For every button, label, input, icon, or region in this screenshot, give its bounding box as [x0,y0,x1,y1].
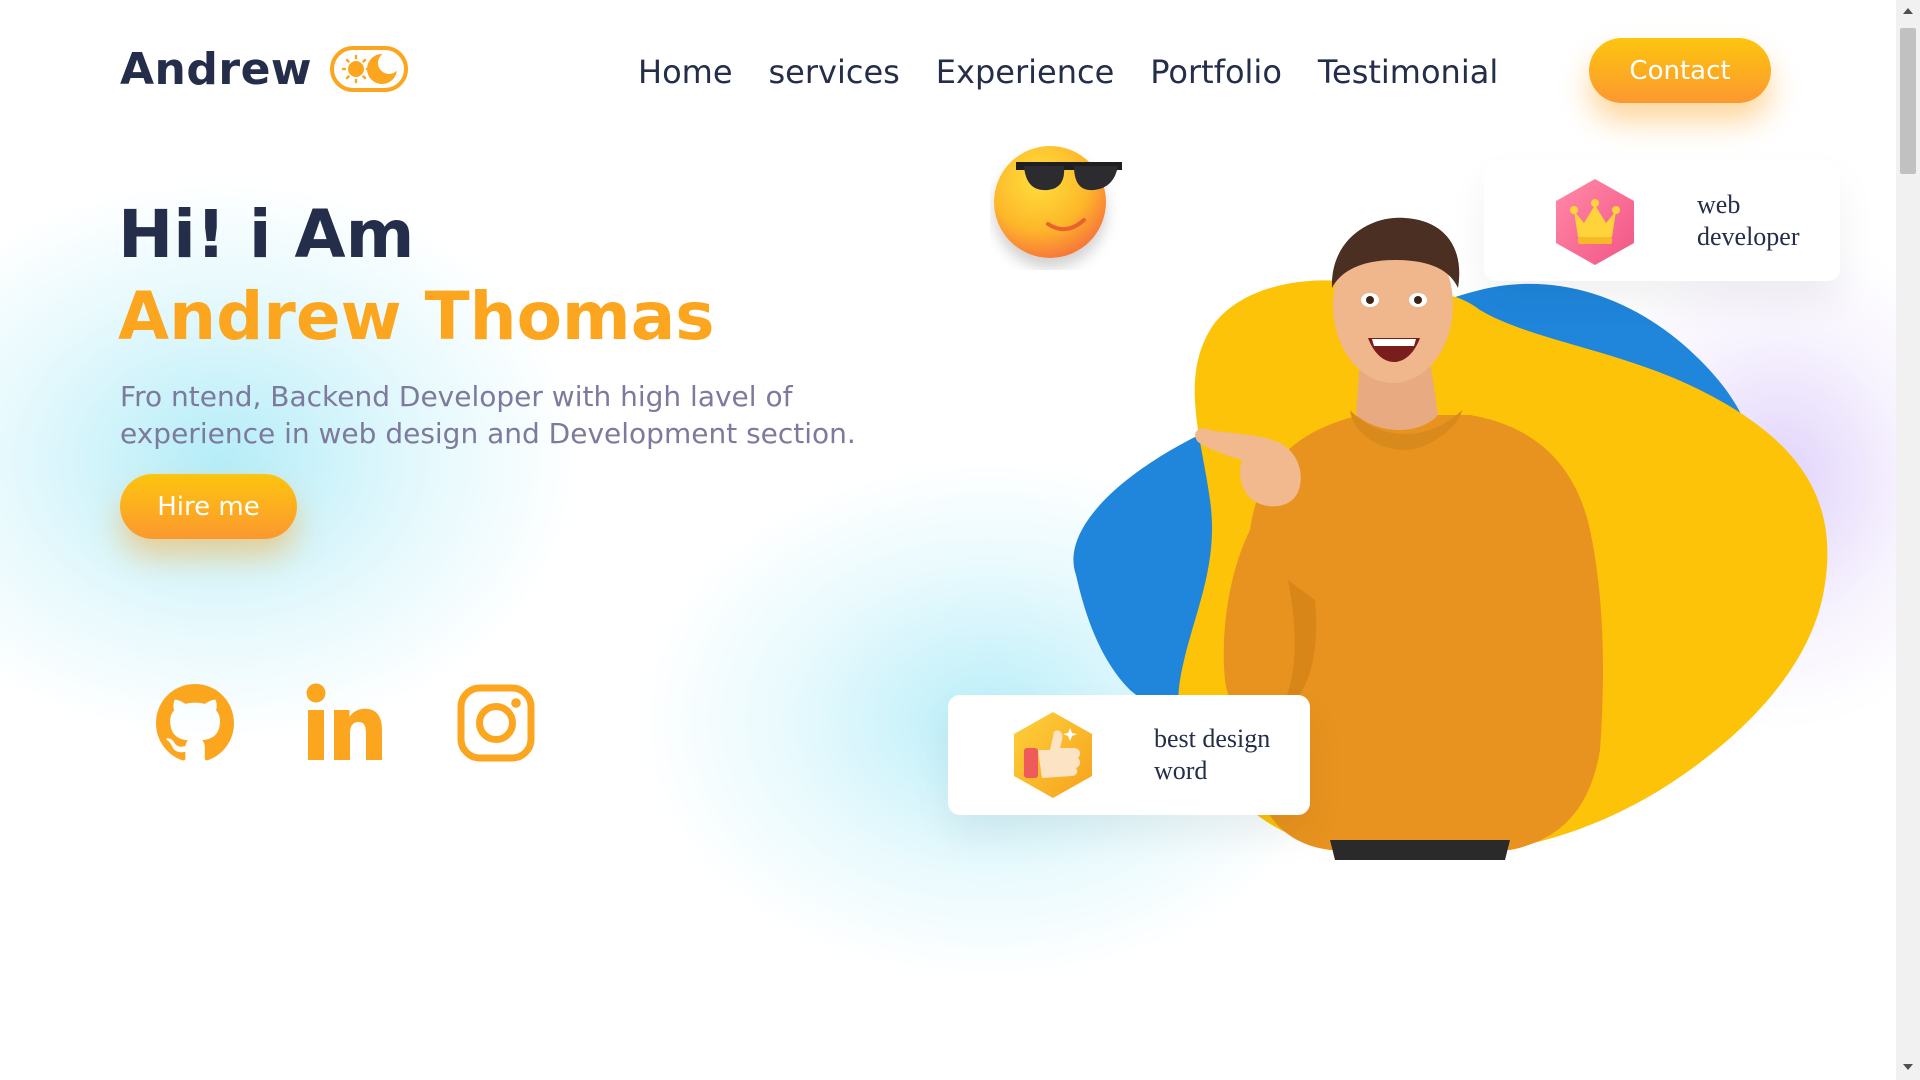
main-nav: Home services Experience Portfolio Testi… [638,50,1498,94]
web-developer-card: web developer [1484,161,1840,281]
github-icon[interactable] [152,680,238,766]
sunglasses-emoji-icon [994,146,1122,258]
page-scrollbar[interactable] [1896,0,1920,1080]
contact-button[interactable]: Contact [1589,38,1771,103]
instagram-icon[interactable] [453,680,539,766]
thumbs-up-icon [1014,712,1092,798]
nav-item-portfolio[interactable]: Portfolio [1150,50,1282,94]
nav-item-home[interactable]: Home [638,50,733,94]
hero-greeting: Hi! i Am [118,196,415,273]
web-card-line2: developer [1697,222,1800,251]
scroll-up-arrow-icon[interactable] [1903,8,1913,14]
web-card-line1: web [1697,190,1741,219]
nav-item-experience[interactable]: Experience [936,50,1114,94]
hire-me-button[interactable]: Hire me [120,474,297,539]
theme-toggle[interactable] [330,46,408,92]
brand-logo[interactable]: Andrew [120,44,312,95]
hero-name: Andrew Thomas [118,278,715,355]
linkedin-icon[interactable] [302,680,388,766]
design-card-line1: best design [1154,724,1271,753]
hero-description: Fro ntend, Backend Developer with high l… [120,380,856,450]
portfolio-page: Andrew Home services Experience Portfoli… [0,0,1920,1080]
nav-item-services[interactable]: services [769,50,900,94]
crown-icon [1556,179,1634,265]
design-card-line2: word [1154,756,1208,785]
sun-moon-toggle-icon [341,52,400,84]
scroll-down-arrow-icon[interactable] [1903,1064,1913,1070]
nav-item-testimonial[interactable]: Testimonial [1318,50,1498,94]
best-design-card: best design word [948,695,1310,815]
scrollbar-thumb[interactable] [1900,28,1916,174]
